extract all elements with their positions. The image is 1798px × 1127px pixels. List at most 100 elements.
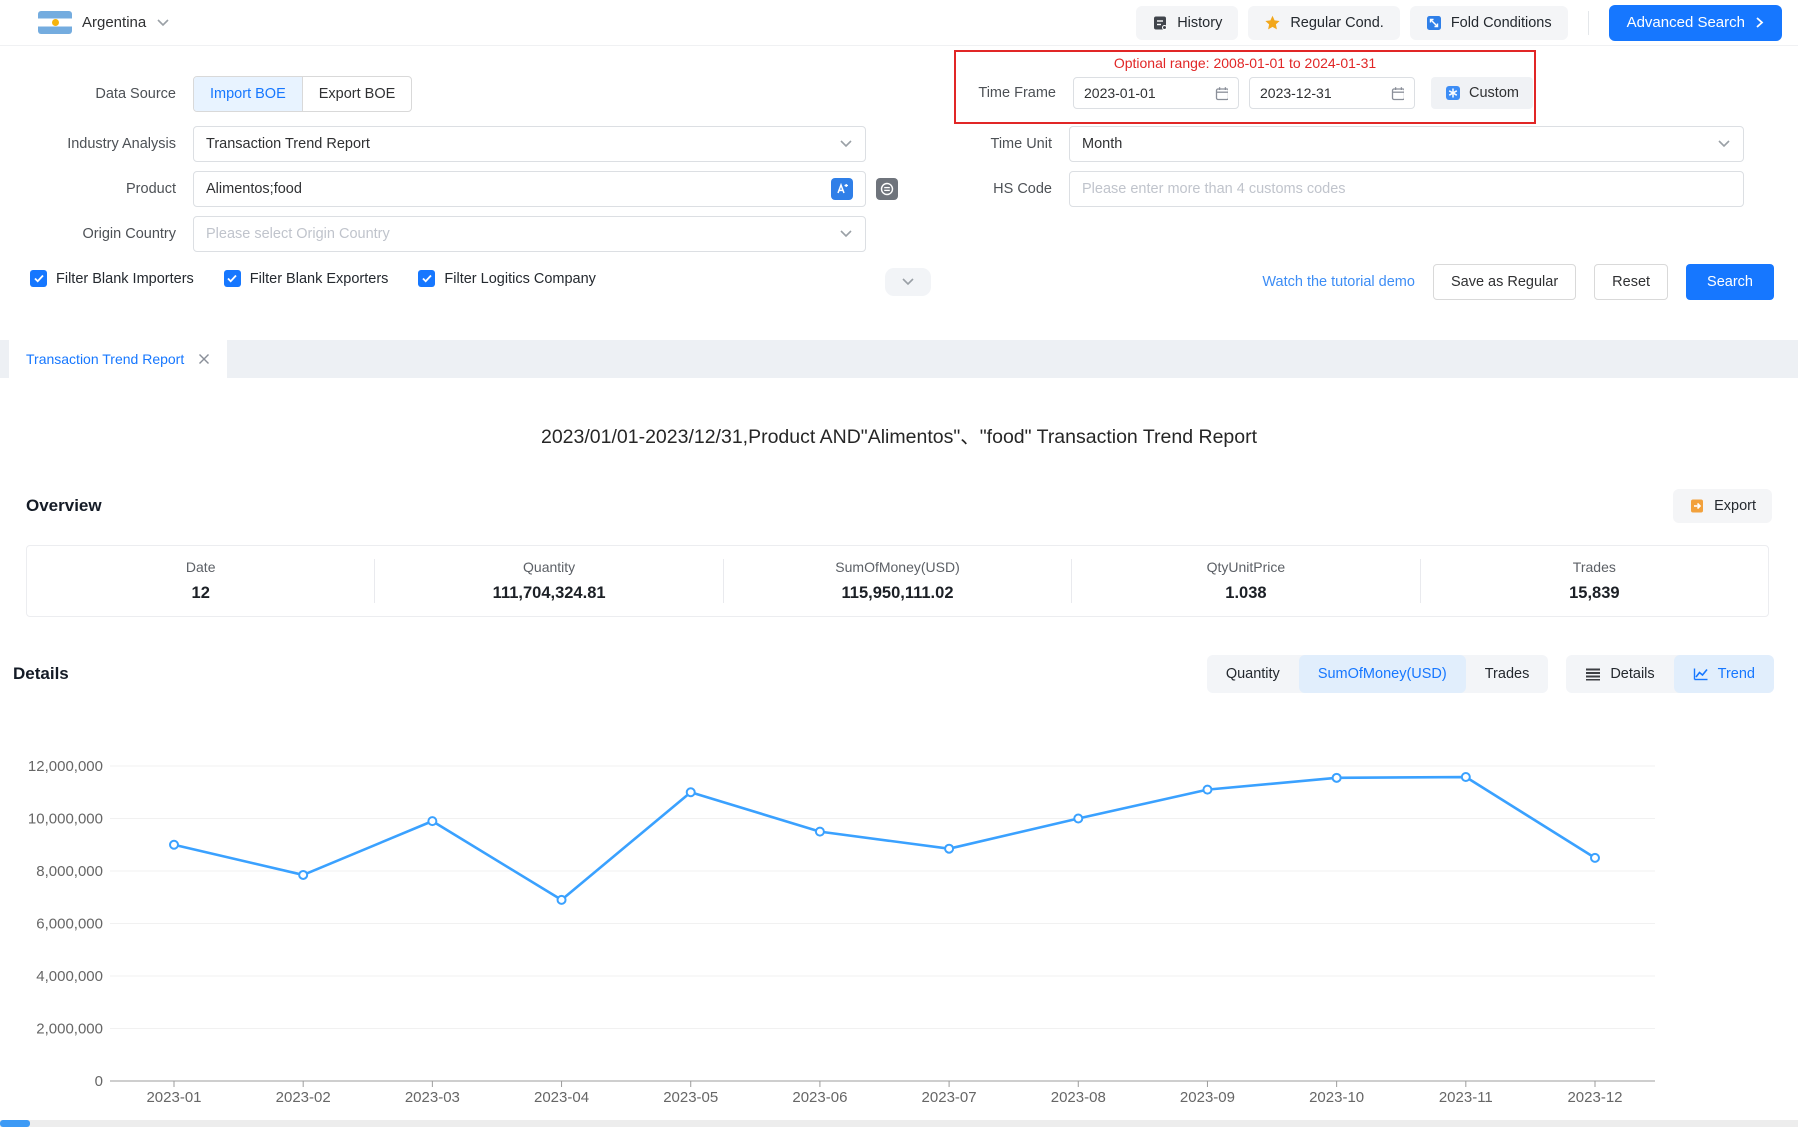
custom-range-button[interactable]: Custom — [1431, 77, 1533, 109]
details-heading: Details — [13, 664, 69, 684]
custom-label: Custom — [1469, 85, 1519, 101]
data-source-label: Data Source — [16, 86, 176, 102]
svg-text:2023-09: 2023-09 — [1180, 1089, 1235, 1106]
metric-tab-quantity[interactable]: Quantity — [1207, 655, 1299, 693]
export-file-icon — [1689, 498, 1705, 514]
topbar: Argentina History Regular Cond. Fold Con… — [0, 0, 1798, 46]
trend-chart-icon — [1693, 667, 1709, 681]
tab-label: Transaction Trend Report — [26, 351, 184, 367]
time-unit-label: Time Unit — [890, 136, 1052, 152]
svg-text:2023-11: 2023-11 — [1439, 1089, 1493, 1106]
svg-text:2023-07: 2023-07 — [922, 1089, 977, 1106]
start-date-field — [1073, 77, 1239, 109]
report-title: 2023/01/01-2023/12/31,Product AND"Alimen… — [0, 420, 1798, 449]
overview-card: Date 12 Quantity 111,704,324.81 SumOfMon… — [26, 545, 1769, 617]
filter-blank-exporters-checkbox[interactable]: Filter Blank Exporters — [224, 270, 389, 287]
product-input[interactable] — [206, 181, 831, 197]
regular-cond-button[interactable]: Regular Cond. — [1248, 6, 1400, 40]
argentina-flag-icon — [38, 11, 72, 34]
tab-strip: Transaction Trend Report — [0, 340, 1798, 378]
fold-conditions-label: Fold Conditions — [1451, 15, 1552, 31]
filter-logitics-company-checkbox[interactable]: Filter Logitics Company — [418, 270, 596, 287]
stat-trades: Trades 15,839 — [1421, 559, 1768, 603]
hs-code-label: HS Code — [890, 181, 1052, 197]
scrollbar-thumb[interactable] — [0, 1120, 30, 1127]
stat-value: 115,950,111.02 — [724, 584, 1071, 603]
svg-text:2,000,000: 2,000,000 — [36, 1021, 103, 1038]
reset-button[interactable]: Reset — [1594, 264, 1668, 300]
hs-code-input[interactable] — [1082, 181, 1731, 197]
start-date-input[interactable] — [1084, 85, 1209, 101]
origin-country-select[interactable]: Please select Origin Country — [193, 216, 866, 252]
history-button[interactable]: History — [1136, 6, 1238, 40]
stat-label: Date — [27, 559, 374, 575]
view-trend-label: Trend — [1718, 666, 1755, 682]
close-icon[interactable] — [198, 353, 210, 365]
svg-text:2023-02: 2023-02 — [276, 1089, 331, 1106]
product-label: Product — [16, 181, 176, 197]
tutorial-demo-link[interactable]: Watch the tutorial demo — [1262, 274, 1415, 290]
time-frame-label: Time Frame — [974, 85, 1056, 101]
stat-value: 1.038 — [1072, 584, 1419, 603]
table-icon — [1585, 667, 1601, 681]
svg-text:0: 0 — [95, 1073, 103, 1090]
industry-analysis-value: Transaction Trend Report — [206, 136, 370, 152]
view-toggle-group: Details Trend — [1566, 655, 1774, 693]
origin-country-label: Origin Country — [16, 226, 176, 242]
svg-text:2023-06: 2023-06 — [792, 1089, 847, 1106]
horizontal-scrollbar[interactable] — [0, 1120, 1798, 1127]
checkbox-checked-icon — [30, 270, 47, 287]
calendar-icon — [1391, 86, 1404, 101]
tab-import-boe[interactable]: Import BOE — [194, 77, 302, 111]
country-selector[interactable]: Argentina — [38, 11, 170, 34]
metric-toggle-group: Quantity SumOfMoney(USD) Trades — [1207, 655, 1549, 693]
filter-blank-importers-checkbox[interactable]: Filter Blank Importers — [30, 270, 194, 287]
search-actions: Watch the tutorial demo Save as Regular … — [1262, 264, 1774, 300]
trend-chart[interactable]: 02,000,0004,000,0006,000,0008,000,00010,… — [0, 738, 1798, 1123]
checkbox-checked-icon — [418, 270, 435, 287]
view-tab-details[interactable]: Details — [1566, 655, 1673, 693]
filter-blank-exporters-label: Filter Blank Exporters — [250, 271, 389, 287]
chevron-right-icon — [1755, 16, 1764, 29]
industry-analysis-select[interactable]: Transaction Trend Report — [193, 126, 866, 162]
filter-checkbox-row: Filter Blank Importers Filter Blank Expo… — [30, 270, 596, 287]
stat-value: 15,839 — [1421, 584, 1768, 603]
hs-code-field — [1069, 171, 1744, 207]
metric-tab-sum-of-money[interactable]: SumOfMoney(USD) — [1299, 655, 1466, 693]
time-unit-select[interactable]: Month — [1069, 126, 1744, 162]
view-tab-trend[interactable]: Trend — [1674, 655, 1774, 693]
svg-text:2023-04: 2023-04 — [534, 1089, 589, 1106]
translate-icon[interactable] — [831, 178, 853, 200]
calendar-icon — [1215, 86, 1228, 101]
fold-icon — [1426, 15, 1442, 31]
search-button[interactable]: Search — [1686, 264, 1774, 300]
tab-export-boe[interactable]: Export BOE — [302, 77, 412, 111]
advanced-search-button[interactable]: Advanced Search — [1609, 5, 1782, 41]
industry-analysis-label: Industry Analysis — [16, 136, 176, 152]
origin-country-placeholder: Please select Origin Country — [206, 226, 390, 242]
chevron-down-icon — [1717, 139, 1731, 149]
fold-conditions-button[interactable]: Fold Conditions — [1410, 6, 1568, 40]
metric-tab-trades[interactable]: Trades — [1466, 655, 1549, 693]
topbar-divider — [1588, 11, 1589, 35]
stat-quantity: Quantity 111,704,324.81 — [375, 559, 723, 603]
stat-date: Date 12 — [27, 559, 375, 603]
country-name: Argentina — [82, 14, 146, 31]
save-as-regular-button[interactable]: Save as Regular — [1433, 264, 1576, 300]
details-toggles: Quantity SumOfMoney(USD) Trades Details … — [1207, 655, 1774, 693]
stat-label: SumOfMoney(USD) — [724, 559, 1071, 575]
app-window: Argentina History Regular Cond. Fold Con… — [0, 0, 1798, 1127]
export-button[interactable]: Export — [1673, 489, 1772, 523]
stat-value: 12 — [27, 584, 374, 603]
end-date-input[interactable] — [1260, 85, 1385, 101]
stat-label: Trades — [1421, 559, 1768, 575]
trend-line-chart-svg: 02,000,0004,000,0006,000,0008,000,00010,… — [0, 738, 1798, 1123]
advanced-search-label: Advanced Search — [1627, 14, 1745, 31]
regular-cond-label: Regular Cond. — [1290, 15, 1384, 31]
data-source-tabs: Import BOE Export BOE — [193, 76, 412, 112]
expand-conditions-button[interactable] — [885, 268, 931, 296]
stat-label: QtyUnitPrice — [1072, 559, 1419, 575]
search-panel: Data Source Import BOE Export BOE Indust… — [0, 46, 1798, 340]
svg-text:2023-05: 2023-05 — [663, 1089, 718, 1106]
tab-transaction-trend-report[interactable]: Transaction Trend Report — [9, 340, 227, 378]
